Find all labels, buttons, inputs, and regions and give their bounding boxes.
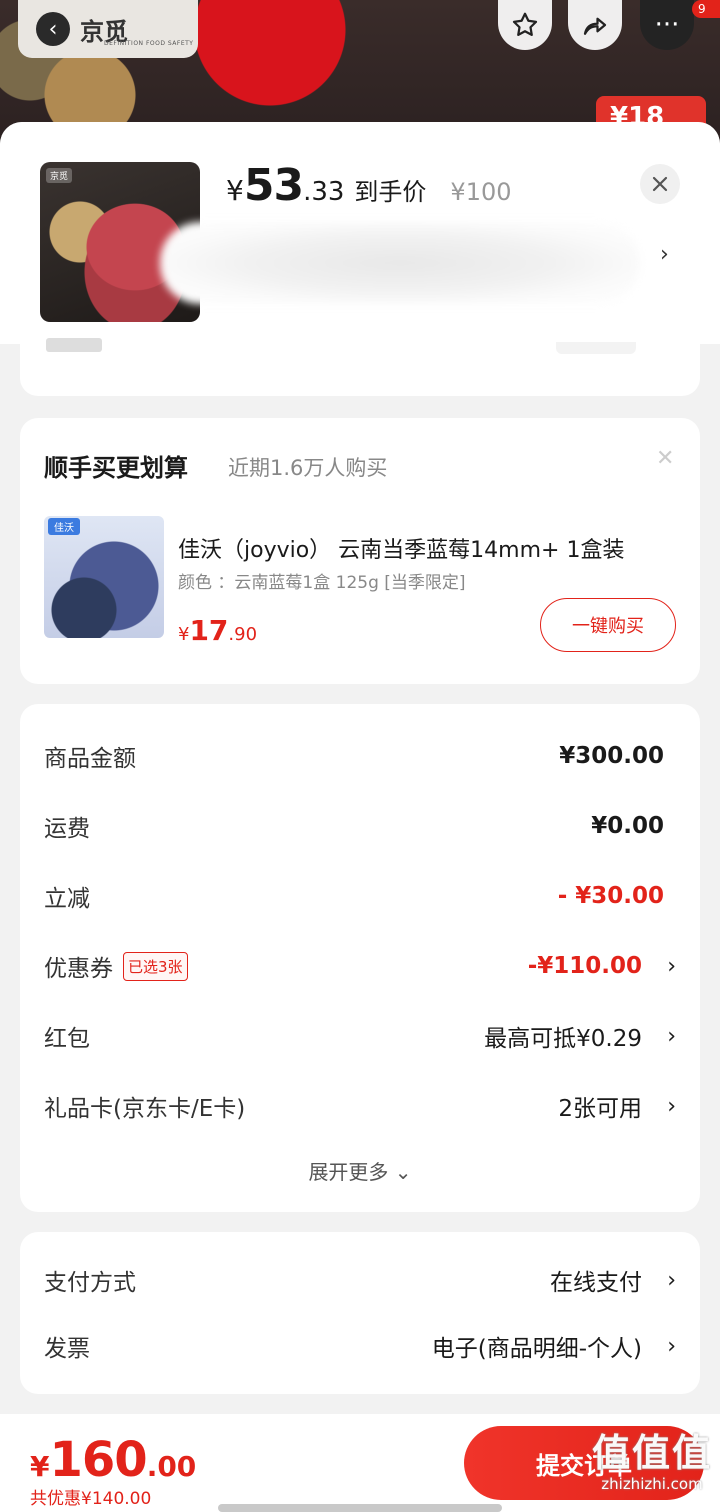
watermark: 值值值 zhizhizhi.com xyxy=(592,1422,712,1493)
chevron-right-icon: › xyxy=(667,1093,676,1119)
gift-card-value: 2张可用 xyxy=(558,1096,642,1122)
shipping-label: 运费 xyxy=(44,816,90,842)
checkout-sheet: 京觅 ¥ 53 .33 到手价 ¥100 › 顺手买更划算 近期1.6万人购买 … xyxy=(0,122,720,1512)
invoice-row[interactable]: 发票 电子(商品明细-个人) › xyxy=(44,1326,676,1366)
price-tag-label: 到手价 xyxy=(354,178,427,206)
red-packet-value: 最高可抵¥0.29 xyxy=(484,1026,642,1052)
chevron-right-icon: › xyxy=(667,953,676,979)
brand-logo: ‹ 京觅 DEFINITION FOOD SAFETY xyxy=(18,0,198,58)
watermark-logo: 值值值 xyxy=(591,1431,712,1475)
coupon-value: -¥110.00 xyxy=(527,953,642,979)
recommend-item-price: ¥ 17 .90 xyxy=(178,614,257,647)
recommend-item-spec: 颜色 ：云南蓝莓1盒 125g [当季限定] xyxy=(178,573,466,593)
price-decimal: .90 xyxy=(228,624,258,645)
price-integer: 53 xyxy=(243,160,304,211)
thumbnail-logo: 京觅 xyxy=(46,168,73,183)
chevron-right-icon: › xyxy=(667,1023,676,1049)
instant-discount-row: 立减 - ¥30.00 xyxy=(44,876,676,916)
total-price: ¥ 160 .00 xyxy=(30,1432,196,1488)
close-icon[interactable]: ✕ xyxy=(656,446,674,471)
invoice-value: 电子(商品明细-个人) xyxy=(431,1336,642,1362)
instant-discount-label: 立减 xyxy=(44,886,90,912)
watermark-url: zhizhizhi.com xyxy=(601,1475,703,1493)
invoice-label: 发票 xyxy=(44,1336,90,1362)
image-brand-tag: 佳沃 xyxy=(48,518,80,535)
close-icon xyxy=(652,176,668,192)
close-button[interactable] xyxy=(640,164,680,204)
amounts-card: 商品金额 ¥300.00 运费 ¥0.00 立减 - ¥30.00 优惠券 已选… xyxy=(20,704,700,1212)
coupon-label: 优惠券 xyxy=(44,956,113,982)
shipping-row: 运费 ¥0.00 xyxy=(44,806,676,846)
recommend-title: 顺手买更划算 xyxy=(44,454,188,482)
chevron-right-icon: › xyxy=(667,1267,676,1293)
product-header: 京觅 ¥ 53 .33 到手价 ¥100 › xyxy=(0,122,720,344)
goods-amount-value: ¥300.00 xyxy=(559,743,664,769)
blueberry-image[interactable]: 佳沃 xyxy=(44,516,164,638)
price-currency: ¥ xyxy=(178,624,190,645)
gift-card-row[interactable]: 礼品卡(京东卡/E卡) 2张可用 › xyxy=(44,1086,676,1126)
total-decimal: .00 xyxy=(146,1450,197,1483)
price-currency: ¥ xyxy=(226,174,244,207)
payment-method-label: 支付方式 xyxy=(44,1270,136,1296)
shipping-value: ¥0.00 xyxy=(591,813,664,839)
payment-card: 支付方式 在线支付 › 发票 电子(商品明细-个人) › xyxy=(20,1232,700,1394)
total-savings: 共优惠¥140.00 xyxy=(30,1489,152,1509)
red-packet-label: 红包 xyxy=(44,1026,90,1052)
final-price: ¥ 53 .33 到手价 ¥100 xyxy=(226,160,512,211)
red-packet-row[interactable]: 红包 最高可抵¥0.29 › xyxy=(44,1016,676,1056)
chevron-right-icon: › xyxy=(667,1333,676,1359)
quantity-label xyxy=(46,338,102,352)
quantity-stepper[interactable] xyxy=(556,342,636,354)
message-count-badge: 9 xyxy=(692,0,720,18)
blurred-spec-selector[interactable] xyxy=(160,222,640,304)
original-price: ¥100 xyxy=(450,178,512,206)
one-click-buy-button[interactable]: 一键购买 xyxy=(540,598,676,652)
coupon-row[interactable]: 优惠券 已选3张 -¥110.00 › xyxy=(44,946,676,986)
recommend-card: 顺手买更划算 近期1.6万人购买 ✕ 佳沃 佳沃（joyvio） 云南当季蓝莓1… xyxy=(20,418,700,684)
instant-discount-value: - ¥30.00 xyxy=(557,883,664,909)
payment-method-row[interactable]: 支付方式 在线支付 › xyxy=(44,1260,676,1300)
brand-logo-sub: DEFINITION FOOD SAFETY xyxy=(104,40,194,47)
chevron-right-icon[interactable]: › xyxy=(660,242,669,267)
gift-card-label: 礼品卡(京东卡/E卡) xyxy=(44,1096,246,1122)
goods-amount-label: 商品金额 xyxy=(44,746,136,772)
goods-amount-row: 商品金额 ¥300.00 xyxy=(44,736,676,776)
payment-method-value: 在线支付 xyxy=(550,1270,642,1296)
total-currency: ¥ xyxy=(30,1450,50,1483)
coupon-selected-chip: 已选3张 xyxy=(123,951,188,981)
home-indicator xyxy=(218,1504,502,1512)
quantity-row xyxy=(20,338,700,396)
expand-more-button[interactable]: 展开更多 ⌄ xyxy=(20,1156,700,1185)
back-icon[interactable]: ‹ xyxy=(36,12,70,46)
price-decimal: .33 xyxy=(303,177,345,207)
recommend-subtitle: 近期1.6万人购买 xyxy=(228,456,388,480)
recommend-item-name[interactable]: 佳沃（joyvio） 云南当季蓝莓14mm+ 1盒装 xyxy=(178,532,678,564)
price-integer: 17 xyxy=(189,614,229,647)
total-integer: 160 xyxy=(49,1432,147,1488)
